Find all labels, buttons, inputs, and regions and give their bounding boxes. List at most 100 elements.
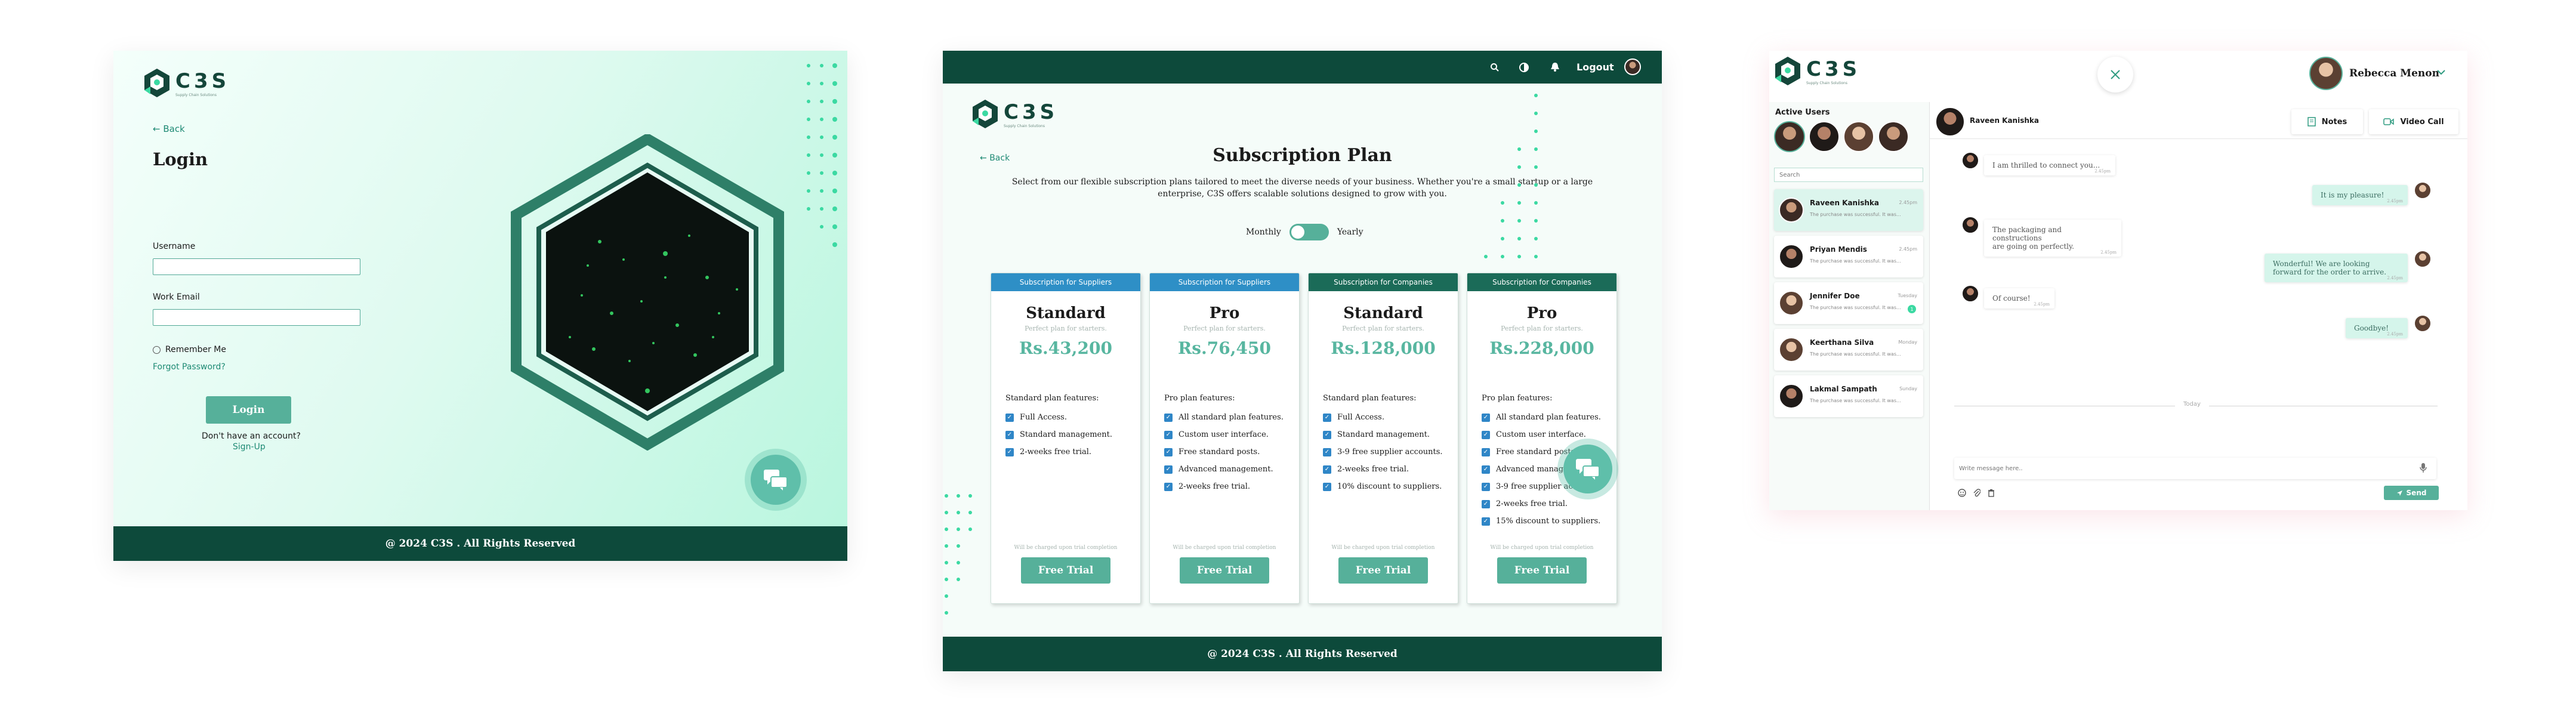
free-trial-button[interactable]: Free Trial — [1021, 557, 1110, 584]
active-user-avatar[interactable] — [1878, 121, 1909, 152]
active-user-avatar[interactable] — [1774, 121, 1805, 152]
message-time: 2.45pm — [2387, 332, 2403, 337]
toggle-monthly-label[interactable]: Monthly — [1246, 227, 1281, 237]
message-avatar — [2414, 314, 2432, 332]
feature-text: Custom user interface. — [1179, 430, 1269, 439]
feature-text: 3-9 free supplier accounts. — [1337, 448, 1443, 456]
current-user-name[interactable]: Rebecca Menon — [2349, 67, 2439, 79]
theme-toggle-icon[interactable] — [1519, 62, 1529, 73]
message-time: 2.45pm — [2387, 276, 2403, 280]
video-camera-icon — [2383, 118, 2395, 125]
message-time: 2.45pm — [2387, 199, 2403, 203]
incoming-message: Of course! 2.45pm — [1984, 288, 2054, 308]
chat-fab-button[interactable] — [751, 455, 801, 505]
feature-text: Standard management. — [1337, 430, 1430, 439]
paperclip-icon[interactable] — [1973, 489, 1980, 497]
conversation-item[interactable]: Keerthana Silva The purchase was success… — [1774, 329, 1923, 371]
brand-logo[interactable]: C3S Supply Chain Solutions — [1774, 55, 1861, 87]
brand-logo[interactable]: C3S Supply Chain Solutions — [143, 67, 230, 98]
feature-text: Custom user interface. — [1496, 430, 1586, 439]
email-input[interactable] — [153, 309, 360, 326]
feature-text: Full Access. — [1020, 413, 1067, 422]
remember-checkbox[interactable] — [153, 345, 161, 354]
message-time: 2.45pm — [2034, 302, 2050, 307]
remember-label: Remember Me — [165, 345, 226, 354]
send-icon — [2396, 490, 2402, 496]
video-call-button[interactable]: Video Call — [2369, 109, 2458, 134]
feature-text: Free standard posts. — [1496, 448, 1578, 456]
page-title: Login — [153, 149, 208, 169]
note-icon — [2307, 117, 2316, 126]
user-avatar[interactable] — [1624, 58, 1641, 75]
feature-text: 2-weeks free trial. — [1337, 465, 1409, 474]
checkbox-check-icon: ✓ — [1005, 430, 1014, 439]
plan-price: Rs.76,450 — [1178, 338, 1271, 358]
conversation-item[interactable]: Priyan Mendis The purchase was successfu… — [1774, 236, 1923, 277]
logout-link[interactable]: Logout — [1577, 61, 1614, 73]
free-trial-button[interactable]: Free Trial — [1338, 557, 1428, 584]
search-input[interactable] — [1774, 168, 1923, 182]
search-icon[interactable] — [1490, 63, 1500, 72]
plan-card: Subscription for Suppliers Standard Perf… — [991, 273, 1141, 604]
active-user-avatar[interactable] — [1843, 121, 1874, 152]
trash-icon[interactable] — [1988, 489, 1995, 497]
send-label: Send — [2406, 489, 2427, 497]
message-avatar — [2414, 181, 2432, 199]
billing-toggle[interactable] — [1289, 224, 1329, 240]
bell-icon[interactable] — [1550, 61, 1560, 72]
conversation-item[interactable]: Jennifer Doe The purchase was successful… — [1774, 282, 1923, 324]
brand-logo[interactable]: C3S Supply Chain Solutions — [971, 98, 1058, 129]
message-text: It is my pleasure! — [2321, 191, 2384, 199]
chat-bubbles-icon — [764, 470, 788, 490]
plan-card: Subscription for Suppliers Pro Perfect p… — [1149, 273, 1300, 604]
toggle-knob — [1291, 226, 1304, 239]
signup-link[interactable]: Sign-Up — [233, 442, 266, 452]
brand-name: C3S — [175, 69, 230, 93]
conversation-name: Keerthana Silva — [1810, 338, 1874, 347]
feature-text: Full Access. — [1337, 413, 1384, 422]
conversation-item[interactable]: Raveen Kanishka The purchase was success… — [1774, 189, 1923, 231]
conversation-preview: The purchase was successful. It was... — [1810, 305, 1901, 310]
free-trial-button[interactable]: Free Trial — [1497, 557, 1587, 584]
checkbox-check-icon: ✓ — [1482, 430, 1490, 439]
plan-card: Subscription for Companies Standard Perf… — [1308, 273, 1458, 604]
conversation-name: Raveen Kanishka — [1810, 199, 1879, 207]
message-avatar — [1961, 152, 1979, 169]
toggle-yearly-label[interactable]: Yearly — [1337, 227, 1363, 237]
free-trial-button[interactable]: Free Trial — [1180, 557, 1269, 584]
back-link[interactable]: ← Back — [153, 124, 185, 134]
username-input[interactable] — [153, 258, 360, 275]
current-user-avatar[interactable] — [2309, 57, 2343, 90]
plan-price: Rs.228,000 — [1489, 338, 1594, 358]
login-button[interactable]: Login — [206, 396, 291, 424]
plan-name: Standard — [1026, 304, 1106, 322]
conversation-avatar — [1779, 384, 1804, 409]
chat-screen: C3S Supply Chain Solutions Rebecca Menon… — [1769, 51, 2467, 510]
plan-header: Subscription for Companies — [1309, 273, 1458, 291]
microphone-icon[interactable] — [2420, 462, 2427, 473]
decor-dots-bottom-left — [945, 494, 972, 615]
message-text-line-1: Wonderful! We are looking — [2273, 260, 2370, 268]
message-input[interactable] — [1959, 462, 2401, 474]
conversation-time: Sunday — [1899, 386, 1917, 391]
charge-note: Will be charged upon trial completion — [1490, 545, 1594, 551]
feature-text: All standard plan features. — [1496, 413, 1601, 422]
checkbox-check-icon: ✓ — [1005, 448, 1014, 456]
conversation-preview: The purchase was successful. It was... — [1810, 351, 1901, 357]
contact-avatar — [1935, 107, 1965, 137]
notes-button[interactable]: Notes — [2291, 109, 2363, 134]
conversation-item[interactable]: Lakmal Sampath The purchase was successf… — [1774, 375, 1923, 417]
no-account-text: Don't have an account? — [202, 431, 301, 441]
active-user-avatar[interactable] — [1809, 121, 1840, 152]
emoji-icon[interactable] — [1958, 489, 1966, 497]
checkbox-check-icon: ✓ — [1482, 517, 1490, 526]
incoming-message: The packaging and constructions are going… — [1984, 220, 2121, 257]
chat-fab-button[interactable] — [1563, 445, 1612, 493]
checkbox-check-icon: ✓ — [1164, 482, 1173, 491]
feature-item: ✓ Advanced management. — [1164, 461, 1299, 478]
chevron-down-icon[interactable] — [2436, 69, 2446, 76]
feature-list: ✓ Full Access. ✓ Standard management. ✓ 3-9 f… — [1323, 409, 1458, 495]
send-button[interactable]: Send — [2384, 486, 2439, 500]
forgot-password-link[interactable]: Forgot Password? — [153, 362, 226, 372]
close-button[interactable] — [2097, 57, 2133, 92]
